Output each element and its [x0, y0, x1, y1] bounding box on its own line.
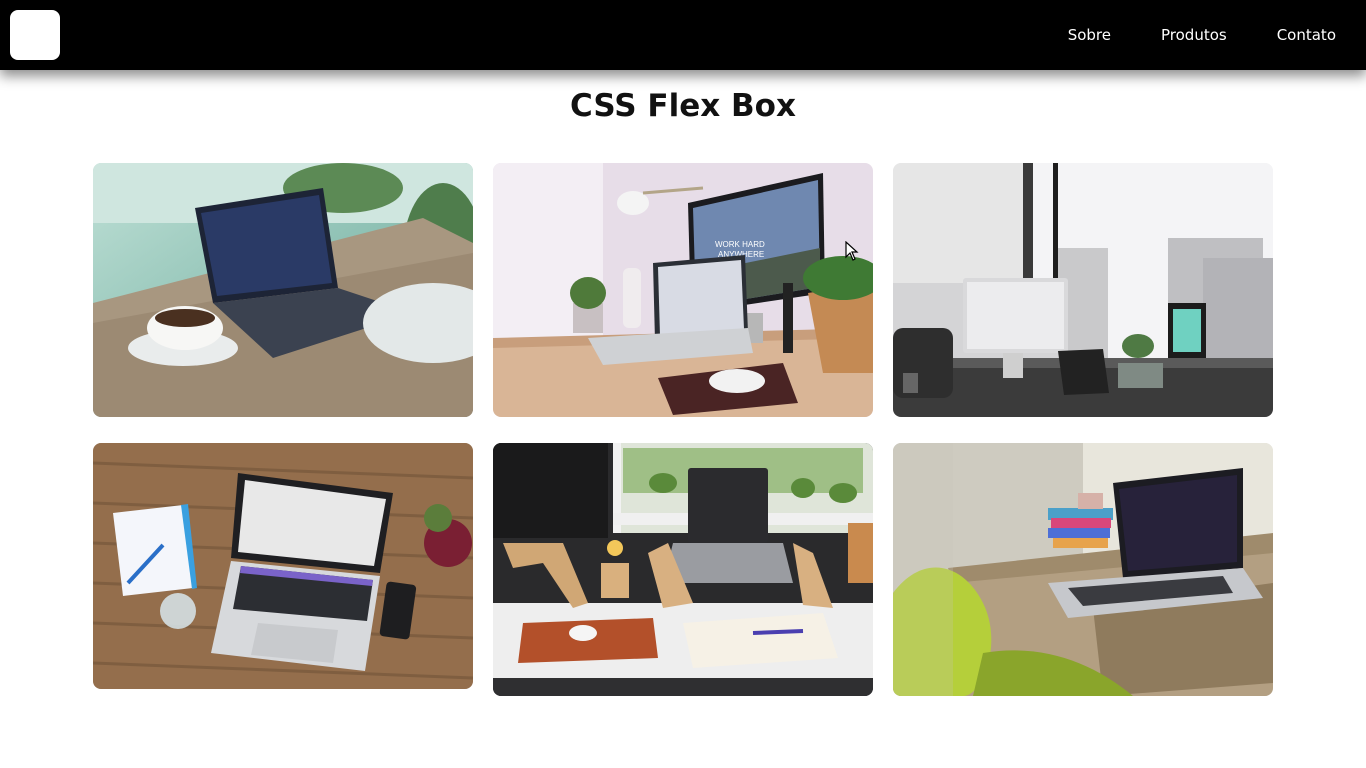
- mouse-cursor-icon: [845, 241, 859, 261]
- laptop-coffee-photo: [93, 163, 473, 417]
- imac-screen-text: WORK HARD: [715, 240, 765, 249]
- gallery-card-laptop-coffee[interactable]: [93, 163, 473, 417]
- navbar: Sobre Produtos Contato: [0, 0, 1366, 70]
- desk-laptop-stand-photo: [493, 443, 873, 696]
- nav-links: Sobre Produtos Contato: [1043, 0, 1366, 70]
- nav-link-contato[interactable]: Contato: [1252, 0, 1366, 70]
- logo[interactable]: [10, 10, 60, 60]
- gallery-card-desk-imac[interactable]: WORK HARD ANYWHERE: [493, 163, 873, 417]
- nav-link-produtos[interactable]: Produtos: [1136, 0, 1252, 70]
- gallery-card-laptop-chair[interactable]: [893, 443, 1273, 696]
- page-title: CSS Flex Box: [570, 88, 796, 124]
- nav-link-sobre[interactable]: Sobre: [1043, 0, 1136, 70]
- gallery-card-office-window[interactable]: [893, 163, 1273, 417]
- laptop-green-chair-photo: [893, 443, 1273, 696]
- gallery-card-desk-stand[interactable]: [493, 443, 873, 696]
- laptop-wood-table-photo: [93, 443, 473, 689]
- desk-imac-photo: WORK HARD ANYWHERE: [493, 163, 873, 417]
- office-window-photo: [893, 163, 1273, 417]
- gallery-card-laptop-wood[interactable]: [93, 443, 473, 689]
